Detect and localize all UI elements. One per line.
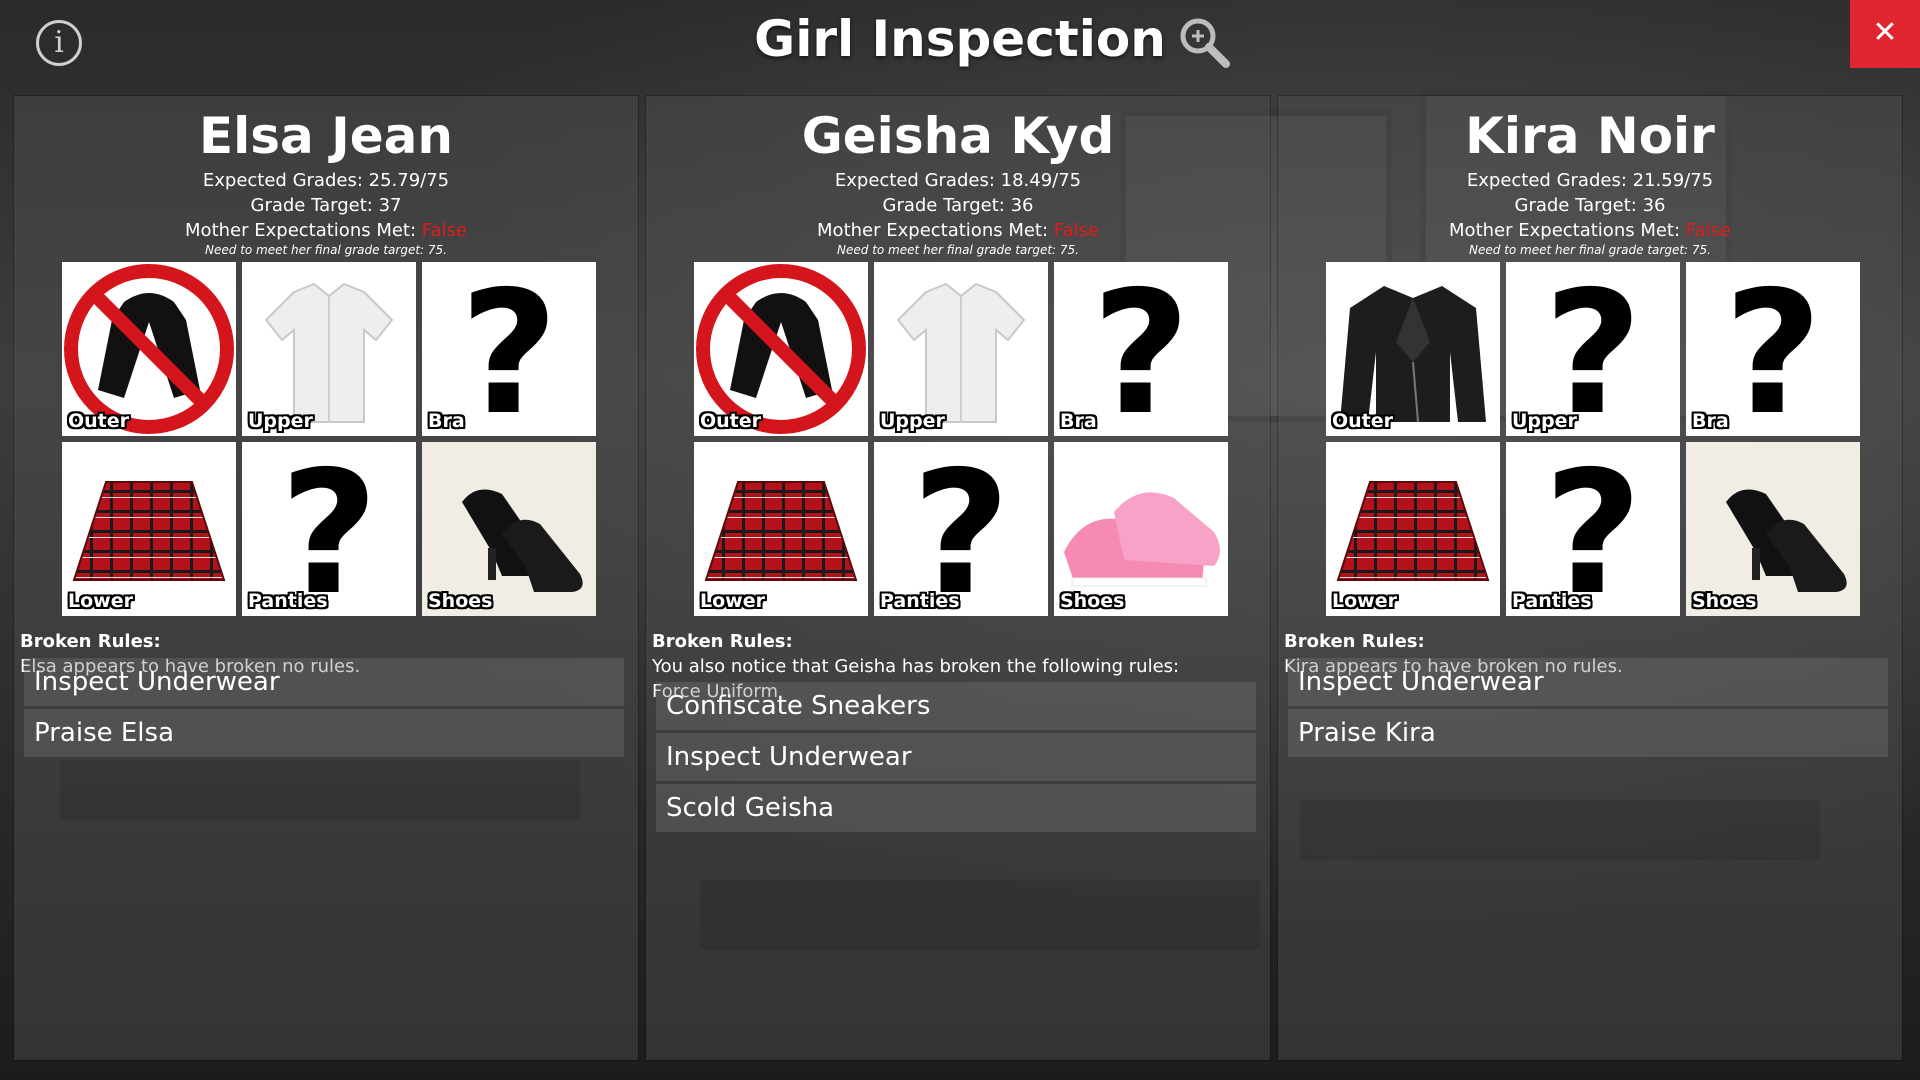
magnifier-icon[interactable] [1176,14,1232,70]
mother-status: False [1053,220,1099,241]
grade-target: Grade Target: 36 [882,195,1034,216]
grade-note: Need to meet her final grade target: 75. [837,243,1079,257]
clothing-slot-shoes[interactable]: Shoes [1054,442,1228,616]
mother-status: False [421,220,467,241]
slot-label: Upper [880,410,945,432]
slot-label: Outer [1332,410,1394,432]
girl-name: Geisha Kyd [801,107,1115,165]
action-button[interactable]: Inspect Underwear [1288,658,1888,706]
clothing-grid: Outer? Upper? Bra Lower? Panties Shoes [1326,262,1866,622]
grade-note: Need to meet her final grade target: 75. [205,243,447,257]
close-button[interactable]: ✕ [1850,0,1920,68]
mother-expectations: Mother Expectations Met: False [817,220,1099,241]
action-button[interactable]: Inspect Underwear [656,733,1256,781]
clothing-slot-panties[interactable]: ? Panties [874,442,1048,616]
slot-label: Outer [700,410,762,432]
page-title: Girl Inspection [754,10,1166,68]
clothing-grid: Outer Upper? Bra Lower? Panties Shoes [694,262,1234,622]
expected-grades: Expected Grades: 21.59/75 [1466,170,1714,191]
action-button[interactable]: Inspect Underwear [24,658,624,706]
clothing-slot-outer[interactable]: Outer [694,262,868,436]
slot-label: Shoes [428,590,493,612]
girl-panel: Geisha Kyd Expected Grades: 18.49/75 Gra… [646,96,1270,1060]
girl-name: Elsa Jean [198,107,454,165]
girl-panel: Elsa Jean Expected Grades: 25.79/75 Grad… [14,96,638,1060]
clothing-slot-bra[interactable]: ? Bra [1686,262,1860,436]
clothing-slot-shoes[interactable]: Shoes [1686,442,1860,616]
girl-panel: Kira Noir Expected Grades: 21.59/75 Grad… [1278,96,1902,1060]
clothing-slot-lower[interactable]: Lower [694,442,868,616]
action-list: Confiscate Sneakers Inspect Underwear Scol… [656,682,1256,835]
action-button[interactable]: Scold Geisha [656,784,1256,832]
action-button[interactable]: Confiscate Sneakers [656,682,1256,730]
slot-label: Lower [1332,590,1397,612]
girl-name: Kira Noir [1465,107,1715,165]
grade-target: Grade Target: 37 [250,195,402,216]
svg-text:?: ? [1092,262,1191,436]
clothing-grid: Outer Upper? Bra Lower? Panties Shoes [62,262,602,622]
slot-label: Lower [700,590,765,612]
clothing-slot-outer[interactable]: Outer [1326,262,1500,436]
svg-text:?: ? [1724,262,1823,436]
top-bar: i Girl Inspection ✕ [0,0,1920,84]
action-button[interactable]: Praise Elsa [24,709,624,757]
broken-rules-heading: Broken Rules: [1284,631,1425,652]
broken-rules-heading: Broken Rules: [652,631,793,652]
slot-label: Panties [1512,590,1592,612]
slot-label: Upper [248,410,313,432]
slot-label: Outer [68,410,130,432]
grade-target: Grade Target: 36 [1514,195,1666,216]
clothing-slot-lower[interactable]: Lower [1326,442,1500,616]
slot-label: Lower [68,590,133,612]
slot-label: Panties [880,590,960,612]
clothing-slot-upper[interactable]: ? Upper [1506,262,1680,436]
slot-label: Shoes [1060,590,1125,612]
clothing-slot-bra[interactable]: ? Bra [1054,262,1228,436]
mother-expectations: Mother Expectations Met: False [1449,220,1731,241]
clothing-slot-upper[interactable]: Upper [874,262,1048,436]
expected-grades: Expected Grades: 25.79/75 [202,170,450,191]
clothing-slot-shoes[interactable]: Shoes [422,442,596,616]
mother-expectations: Mother Expectations Met: False [185,220,467,241]
clothing-slot-lower[interactable]: Lower [62,442,236,616]
broken-rules-text: You also notice that Geisha has broken t… [652,656,1180,677]
action-button[interactable]: Praise Kira [1288,709,1888,757]
slot-label: Bra [1060,410,1097,432]
broken-rules-heading: Broken Rules: [20,631,161,652]
slot-label: Upper [1512,410,1577,432]
slot-label: Bra [1692,410,1729,432]
slot-label: Bra [428,410,465,432]
action-list: Inspect Underwear Praise Elsa [24,658,624,760]
mother-status: False [1685,220,1731,241]
clothing-slot-panties[interactable]: ? Panties [242,442,416,616]
slot-label: Shoes [1692,590,1757,612]
clothing-slot-upper[interactable]: Upper [242,262,416,436]
slot-label: Panties [248,590,328,612]
expected-grades: Expected Grades: 18.49/75 [834,170,1082,191]
action-list: Inspect Underwear Praise Kira [1288,658,1888,760]
clothing-slot-bra[interactable]: ? Bra [422,262,596,436]
svg-text:?: ? [460,262,559,436]
grade-note: Need to meet her final grade target: 75. [1469,243,1711,257]
clothing-slot-outer[interactable]: Outer [62,262,236,436]
clothing-slot-panties[interactable]: ? Panties [1506,442,1680,616]
